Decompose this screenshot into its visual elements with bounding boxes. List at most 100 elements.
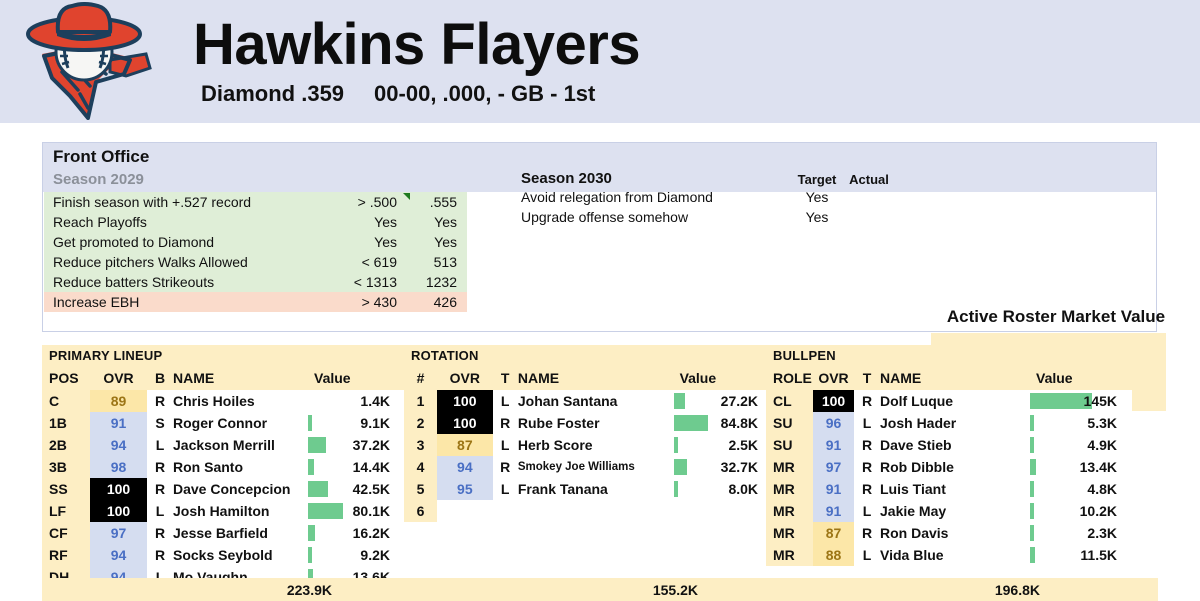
- target-column-header: Target: [797, 172, 837, 187]
- goal-row: Reduce batters Strikeouts < 1313 1232: [44, 272, 467, 292]
- value-bar: [1030, 481, 1034, 497]
- value-bar: [308, 415, 312, 431]
- goal-actual: .555: [429, 194, 457, 210]
- player-name: Jesse Barfield: [173, 525, 268, 541]
- player-name: Johan Santana: [517, 393, 618, 409]
- player-bats: S: [155, 415, 165, 431]
- header-value: Value: [679, 370, 717, 386]
- lineup-row[interactable]: 3B 98 R Ron Santo 14.4K: [42, 456, 404, 478]
- lineup-row[interactable]: SS 100 R Dave Concepcion 42.5K: [42, 478, 404, 500]
- rotation-row[interactable]: 2 100 R Rube Foster 84.8K: [404, 412, 766, 434]
- player-throws: L: [862, 547, 872, 563]
- bullpen-section-label: BULLPEN: [766, 345, 1132, 366]
- rotation-slot-number: 2: [404, 412, 438, 434]
- player-value: 32.7K: [673, 456, 766, 478]
- page-title: Hawkins Flayers: [193, 12, 641, 77]
- value-amount: 80.1K: [352, 503, 390, 519]
- rotation-row[interactable]: 6: [404, 500, 766, 522]
- player-throws: R: [861, 525, 873, 541]
- league-label: Diamond .359: [201, 81, 345, 106]
- bullpen-row[interactable]: SU 91 R Dave Stieb 4.9K: [766, 434, 1132, 456]
- totals-row: 223.9K 155.2K 196.8K: [42, 578, 1158, 601]
- value-amount: 42.5K: [352, 481, 390, 497]
- pitcher-role: MR: [766, 478, 813, 500]
- pitcher-role: MR: [766, 456, 813, 478]
- player-overall-rating: [437, 500, 492, 522]
- lineup-row[interactable]: CF 97 R Jesse Barfield 16.2K: [42, 522, 404, 544]
- player-name: Jakie May: [880, 503, 947, 519]
- player-overall-rating: 98: [90, 456, 147, 478]
- player-overall-rating: 91: [813, 500, 854, 522]
- header-ovr: OVR: [818, 370, 849, 386]
- rotation-row[interactable]: 1 100 L Johan Santana 27.2K: [404, 390, 766, 412]
- bullpen-row[interactable]: SU 96 L Josh Hader 5.3K: [766, 412, 1132, 434]
- bullpen-row[interactable]: CL 100 R Dolf Luque 145K: [766, 390, 1132, 412]
- rotation-slot-number: 6: [404, 500, 438, 522]
- bullpen-header-row: ROLE OVR T NAME Value: [766, 366, 1132, 390]
- goal-row: Get promoted to Diamond Yes Yes: [44, 232, 467, 252]
- player-value: 80.1K: [308, 500, 398, 522]
- lineup-row[interactable]: C 89 R Chris Hoiles 1.4K: [42, 390, 404, 412]
- goal-label: Reduce batters Strikeouts: [53, 274, 215, 290]
- player-value: 10.2K: [1030, 500, 1125, 522]
- player-bats: R: [154, 525, 166, 541]
- value-amount: 32.7K: [720, 459, 759, 475]
- player-overall-rating: 91: [813, 478, 854, 500]
- value-amount: 37.2K: [352, 437, 390, 453]
- value-amount: 27.2K: [720, 393, 759, 409]
- player-name: Roger Connor: [173, 415, 268, 431]
- primary-lineup-body: C 89 R Chris Hoiles 1.4K 1B 91 S Roger Connor 9.1…: [42, 390, 404, 588]
- player-value: 145K: [1030, 390, 1125, 412]
- player-overall-rating: 89: [90, 390, 147, 412]
- header-throws: T: [862, 370, 872, 386]
- header-name: NAME: [173, 370, 215, 386]
- player-value: 37.2K: [308, 434, 398, 456]
- player-name: Jackson Merrill: [173, 437, 275, 453]
- goal-target: < 1313: [353, 274, 397, 290]
- rotation-row[interactable]: 4 94 R Smokey Joe Williams 32.7K: [404, 456, 766, 478]
- value-amount: 145K: [1083, 393, 1117, 409]
- bullpen-row[interactable]: MR 91 R Luis Tiant 4.8K: [766, 478, 1132, 500]
- bullpen-row[interactable]: MR 88 L Vida Blue 11.5K: [766, 544, 1132, 566]
- player-value: 8.0K: [673, 478, 766, 500]
- player-bats: L: [155, 437, 165, 453]
- lineup-row[interactable]: RF 94 R Socks Seybold 9.2K: [42, 544, 404, 566]
- rotation-row[interactable]: 5 95 L Frank Tanana 8.0K: [404, 478, 766, 500]
- front-office-title: Front Office: [53, 147, 150, 166]
- player-name: Luis Tiant: [880, 481, 946, 497]
- player-position: C: [42, 390, 90, 412]
- bullpen-row[interactable]: MR 87 R Ron Davis 2.3K: [766, 522, 1132, 544]
- header-ovr: OVR: [449, 370, 480, 386]
- goal-label: Finish season with +.527 record: [53, 194, 252, 210]
- lineup-row[interactable]: 1B 91 S Roger Connor 9.1K: [42, 412, 404, 434]
- roster-tables: PRIMARY LINEUP POS OVR B NAME Value C 89 R…: [42, 345, 1158, 588]
- header-ovr: OVR: [103, 370, 134, 386]
- lineup-total: 223.9K: [286, 581, 332, 598]
- value-bar: [1030, 503, 1034, 519]
- player-overall-rating: 96: [813, 412, 854, 434]
- value-bar: [308, 459, 314, 475]
- value-bar: [308, 525, 315, 541]
- value-bar: [673, 459, 687, 475]
- value-bar: [1030, 547, 1035, 563]
- lineup-row[interactable]: 2B 94 L Jackson Merrill 37.2K: [42, 434, 404, 456]
- player-value: 13.4K: [1030, 456, 1125, 478]
- pitcher-role: MR: [766, 500, 813, 522]
- player-position: 1B: [42, 412, 90, 434]
- player-throws: L: [862, 415, 872, 431]
- goal-row: Reach Playoffs Yes Yes: [44, 212, 467, 232]
- bullpen-row[interactable]: MR 91 L Jakie May 10.2K: [766, 500, 1132, 522]
- player-value: 16.2K: [308, 522, 398, 544]
- player-throws: L: [862, 503, 872, 519]
- player-position: SS: [42, 478, 90, 500]
- player-value: 5.3K: [1030, 412, 1125, 434]
- lineup-row[interactable]: LF 100 L Josh Hamilton 80.1K: [42, 500, 404, 522]
- player-value: 84.8K: [673, 412, 766, 434]
- player-name: Ron Santo: [173, 459, 243, 475]
- rotation-row[interactable]: 3 87 L Herb Score 2.5K: [404, 434, 766, 456]
- season-2029-goals: Finish season with +.527 record > .500 .55…: [44, 192, 467, 312]
- header-bats: B: [154, 370, 166, 386]
- player-value: 42.5K: [308, 478, 398, 500]
- value-amount: 11.5K: [1080, 547, 1117, 563]
- bullpen-row[interactable]: MR 97 R Rob Dibble 13.4K: [766, 456, 1132, 478]
